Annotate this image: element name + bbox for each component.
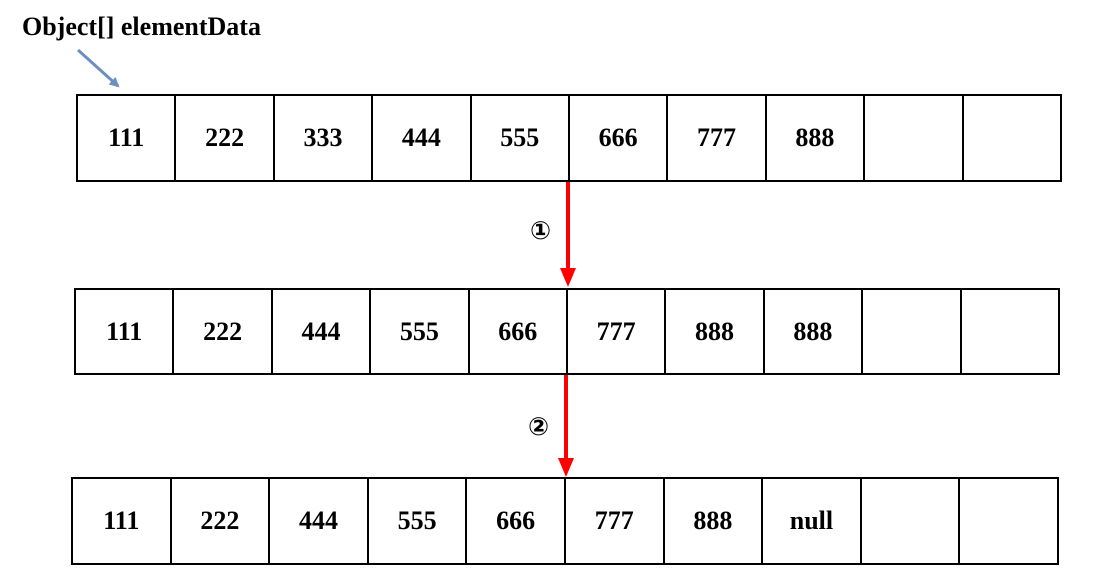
step-2-label: ② [528, 412, 550, 441]
array-row-original: 111 222 333 444 555 666 777 888 [76, 94, 1062, 182]
array-cell: 777 [568, 290, 667, 373]
array-cell: 777 [566, 479, 665, 563]
array-cell: 888 [666, 290, 765, 373]
array-cell: 444 [273, 290, 372, 373]
step-1-arrow-head [560, 268, 576, 287]
array-cell: 111 [78, 96, 177, 180]
array-cell: 222 [172, 479, 271, 563]
array-cell: 888 [767, 96, 866, 180]
array-cell: 666 [570, 96, 669, 180]
array-cell [862, 479, 961, 563]
array-cell: 888 [665, 479, 764, 563]
title-pointer-arrow [76, 48, 120, 88]
array-cell: 555 [371, 290, 470, 373]
array-cell: 777 [668, 96, 767, 180]
array-cell [964, 96, 1062, 180]
array-cell: 222 [174, 290, 273, 373]
array-cell: 333 [275, 96, 374, 180]
step-1-label: ① [530, 216, 552, 245]
array-cell: 222 [176, 96, 275, 180]
array-cell: 111 [73, 479, 172, 563]
array-cell: 444 [373, 96, 472, 180]
array-title: Object[] elementData [22, 12, 261, 41]
array-cell [865, 96, 964, 180]
array-cell [962, 290, 1060, 373]
array-row-after-copy: 111 222 444 555 666 777 888 888 [74, 288, 1060, 375]
array-cell: 444 [270, 479, 369, 563]
array-cell: 888 [765, 290, 864, 373]
array-cell: 555 [472, 96, 570, 180]
array-cell [960, 479, 1059, 563]
array-cell: null [763, 479, 862, 563]
array-cell [863, 290, 962, 373]
array-row-after-null: 111 222 444 555 666 777 888 null [71, 477, 1059, 565]
array-cell: 666 [470, 290, 568, 373]
step-2-arrow-head [558, 458, 574, 477]
array-cell: 111 [76, 290, 175, 373]
array-cell: 666 [467, 479, 566, 563]
array-cell: 555 [369, 479, 468, 563]
